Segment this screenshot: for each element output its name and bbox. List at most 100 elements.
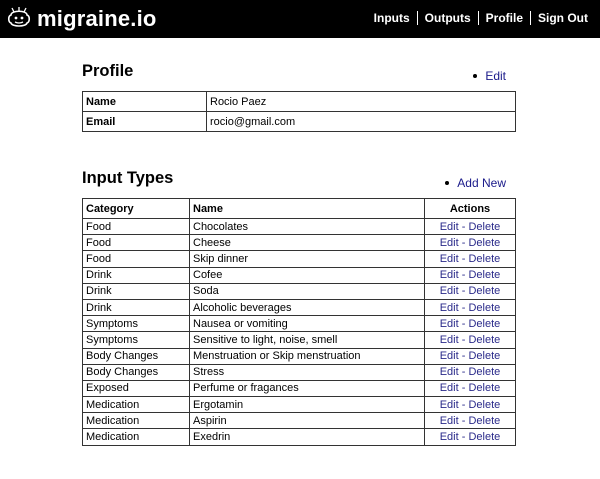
table-row: Food Cheese Edit - Delete: [82, 234, 516, 252]
delete-link[interactable]: Delete: [468, 318, 500, 330]
cell-category: Drink: [82, 282, 190, 300]
delete-link[interactable]: Delete: [468, 221, 500, 233]
cell-name: Nausea or vomiting: [189, 315, 425, 333]
column-header-actions: Actions: [424, 198, 516, 219]
cell-actions: Edit - Delete: [424, 315, 516, 333]
edit-link[interactable]: Edit: [440, 269, 459, 281]
cell-name: Ergotamin: [189, 396, 425, 414]
action-separator: -: [458, 366, 469, 379]
edit-link[interactable]: Edit: [440, 318, 459, 330]
delete-link[interactable]: Delete: [468, 350, 500, 362]
cell-category: Body Changes: [82, 347, 190, 365]
delete-link[interactable]: Delete: [468, 382, 500, 394]
cell-category: Exposed: [82, 379, 190, 398]
action-separator: -: [458, 285, 469, 298]
table-row: Symptoms Nausea or vomiting Edit - Delete: [82, 315, 516, 333]
cell-actions: Edit - Delete: [424, 282, 516, 300]
cell-category: Food: [82, 234, 190, 252]
action-separator: -: [458, 252, 469, 265]
action-separator: -: [458, 382, 469, 395]
delete-link[interactable]: Delete: [468, 269, 500, 281]
edit-link[interactable]: Edit: [440, 366, 459, 378]
profile-table: Name Rocio Paez Email rocio@gmail.com: [82, 91, 516, 132]
profile-value-email: rocio@gmail.com: [206, 111, 516, 132]
cell-actions: Edit - Delete: [424, 379, 516, 398]
delete-link[interactable]: Delete: [468, 431, 500, 443]
table-row: Medication Ergotamin Edit - Delete: [82, 396, 516, 414]
delete-link[interactable]: Delete: [468, 302, 500, 314]
cell-category: Symptoms: [82, 331, 190, 349]
profile-edit-link[interactable]: Edit: [485, 69, 506, 83]
action-separator: -: [458, 301, 469, 314]
action-separator: -: [458, 220, 469, 233]
column-header-category: Category: [82, 198, 190, 219]
column-header-name: Name: [189, 198, 425, 219]
action-separator: -: [458, 333, 469, 346]
edit-link[interactable]: Edit: [440, 334, 459, 346]
input-types-title: Input Types: [82, 169, 174, 187]
table-row: Medication Exedrin Edit - Delete: [82, 428, 516, 446]
table-row: Symptoms Sensitive to light, noise, smell…: [82, 331, 516, 349]
action-separator: -: [458, 431, 469, 444]
brand[interactable]: migraine.io: [5, 5, 157, 33]
cell-actions: Edit - Delete: [424, 250, 516, 268]
cell-name: Cofee: [189, 266, 425, 284]
cell-name: Soda: [189, 282, 425, 300]
cell-name: Perfume or fragances: [189, 379, 425, 398]
add-new-link[interactable]: Add New: [457, 176, 506, 190]
edit-link[interactable]: Edit: [440, 415, 459, 427]
delete-link[interactable]: Delete: [468, 285, 500, 297]
edit-link[interactable]: Edit: [440, 237, 459, 249]
action-separator: -: [458, 414, 469, 427]
profile-value-name: Rocio Paez: [206, 91, 516, 112]
cell-name: Cheese: [189, 234, 425, 252]
main-nav: Inputs Outputs Profile Sign Out: [374, 11, 588, 25]
action-separator: -: [458, 398, 469, 411]
cell-category: Symptoms: [82, 315, 190, 333]
edit-link[interactable]: Edit: [440, 285, 459, 297]
delete-link[interactable]: Delete: [468, 399, 500, 411]
nav-inputs[interactable]: Inputs: [374, 11, 410, 25]
edit-link[interactable]: Edit: [440, 350, 459, 362]
delete-link[interactable]: Delete: [468, 415, 500, 427]
bullet-icon: [473, 74, 478, 78]
cell-name: Aspirin: [189, 412, 425, 430]
delete-link[interactable]: Delete: [468, 366, 500, 378]
action-separator: -: [458, 317, 469, 330]
cell-name: Exedrin: [189, 428, 425, 446]
edit-link[interactable]: Edit: [440, 253, 459, 265]
input-types-table: Category Name Actions Food Chocolates Edit…: [82, 198, 516, 446]
cell-category: Medication: [82, 396, 190, 414]
delete-link[interactable]: Delete: [468, 237, 500, 249]
cell-actions: Edit - Delete: [424, 234, 516, 252]
table-row: Food Skip dinner Edit - Delete: [82, 250, 516, 268]
cell-actions: Edit - Delete: [424, 347, 516, 365]
cell-actions: Edit - Delete: [424, 363, 516, 381]
delete-link[interactable]: Delete: [468, 334, 500, 346]
cell-category: Drink: [82, 298, 190, 317]
delete-link[interactable]: Delete: [468, 253, 500, 265]
table-row: Body Changes Stress Edit - Delete: [82, 363, 516, 381]
profile-row-email: Email rocio@gmail.com: [82, 111, 516, 132]
cell-name: Skip dinner: [189, 250, 425, 268]
cell-category: Food: [82, 217, 190, 236]
table-header-row: Category Name Actions: [82, 198, 516, 219]
top-navbar: migraine.io Inputs Outputs Profile Sign …: [0, 0, 600, 38]
edit-link[interactable]: Edit: [440, 399, 459, 411]
action-separator: -: [458, 236, 469, 249]
table-row: Drink Soda Edit - Delete: [82, 282, 516, 300]
cell-actions: Edit - Delete: [424, 298, 516, 317]
cell-name: Stress: [189, 363, 425, 381]
cell-category: Food: [82, 250, 190, 268]
edit-link[interactable]: Edit: [440, 431, 459, 443]
nav-profile[interactable]: Profile: [486, 11, 523, 25]
cell-name: Alcoholic beverages: [189, 298, 425, 317]
table-row: Body Changes Menstruation or Skip menstru…: [82, 347, 516, 365]
nav-outputs[interactable]: Outputs: [425, 11, 471, 25]
profile-label-email: Email: [82, 111, 207, 132]
nav-sign-out[interactable]: Sign Out: [538, 11, 588, 25]
edit-link[interactable]: Edit: [440, 382, 459, 394]
brand-name: migraine.io: [37, 6, 157, 31]
edit-link[interactable]: Edit: [440, 221, 459, 233]
edit-link[interactable]: Edit: [440, 302, 459, 314]
